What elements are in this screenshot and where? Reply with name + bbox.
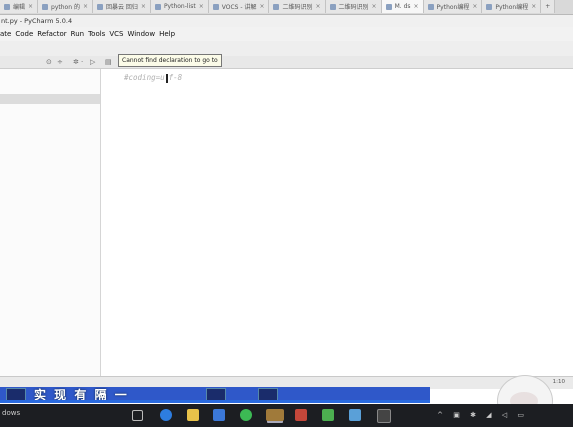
file-explorer-icon[interactable] <box>187 409 199 421</box>
menu-item-code[interactable]: Code <box>15 27 37 41</box>
tab-close-icon[interactable]: × <box>372 3 377 10</box>
main-toolbar: ▭ ⚙ <box>0 41 573 96</box>
taskbar-search-label[interactable]: dows <box>2 409 20 417</box>
tab-favicon-icon <box>273 3 280 10</box>
tab-close-icon[interactable]: × <box>83 3 88 10</box>
tab-label: 二维码识别 <box>338 4 369 11</box>
code-text-after-caret: f-8 <box>168 73 183 82</box>
tab-close-icon[interactable]: × <box>141 3 146 10</box>
tab-label: 二维码识别 <box>282 4 313 11</box>
browser-tab[interactable]: M. ds × <box>381 0 424 13</box>
tab-close-icon[interactable]: × <box>259 3 264 10</box>
settings-gear-icon[interactable]: ✲ <box>73 58 79 66</box>
app-icon[interactable] <box>349 409 361 421</box>
caret-position[interactable]: 1:10 <box>553 379 565 385</box>
media-app-icon[interactable] <box>295 409 307 421</box>
collapse-icon[interactable]: ÷ <box>57 58 63 66</box>
menu-item-run[interactable]: Run <box>71 27 88 41</box>
tab-favicon-icon <box>329 3 336 10</box>
project-tool-window[interactable] <box>0 69 101 381</box>
browser-tab[interactable]: 回暴云 回归 × <box>92 0 151 13</box>
tab-close-icon[interactable]: × <box>531 3 536 10</box>
browser-tab[interactable]: python 的 × <box>38 0 93 13</box>
task-view-icon[interactable] <box>132 410 143 421</box>
tab-label: python 的 <box>51 4 80 11</box>
expand-right-icon[interactable]: ▷ <box>90 58 95 66</box>
tab-favicon-icon <box>486 3 493 10</box>
browser-tab-strip: 编辑 × python 的 × 回暴云 回归 × Python-list × VOCS - 讲解… <box>0 0 573 15</box>
browser-tab[interactable]: VOCS - 讲解 × <box>208 0 270 13</box>
selected-tree-row[interactable] <box>0 94 100 104</box>
browser-tab[interactable]: 编辑 × <box>0 0 39 13</box>
tab-label: Python-list <box>163 3 196 10</box>
tab-favicon-icon <box>42 3 49 10</box>
edge-browser-icon[interactable] <box>160 409 172 421</box>
browser-tab[interactable]: 二维码识别 × <box>325 0 382 13</box>
tab-favicon-icon <box>96 3 103 10</box>
code-editor[interactable]: #coding=u f-8 <box>102 69 573 381</box>
new-tab-button[interactable]: + <box>541 0 556 13</box>
tab-close-icon[interactable]: × <box>316 3 321 10</box>
menu-item-window[interactable]: Window <box>127 27 159 41</box>
tab-label: 编辑 <box>13 4 26 11</box>
hide-icon[interactable]: · <box>81 58 83 66</box>
file-tab-icon[interactable]: ▤ <box>105 58 112 66</box>
goto-declaration-tooltip: Cannot find declaration to go to <box>118 54 222 67</box>
sync-icon[interactable]: ⊙ <box>46 58 52 66</box>
banner-stripe <box>0 400 430 403</box>
tab-close-icon[interactable]: × <box>414 3 419 10</box>
menu-item-tools[interactable]: Tools <box>88 27 109 41</box>
chrome-icon[interactable] <box>240 409 252 421</box>
tab-favicon-icon <box>212 3 219 10</box>
system-tray[interactable]: ^ ▣ ✱ ◢ ◁ ▭ <box>437 411 528 419</box>
menu-bar: ate Code Refactor Run Tools VCS Window Help <box>0 27 573 41</box>
project-panel-header: ⊙ ÷ ✲ · ▷ ▤ <box>0 56 573 69</box>
tab-label: Python编程 <box>436 4 470 11</box>
tab-favicon-icon <box>154 3 161 10</box>
code-text-before-caret: #coding=u <box>124 73 165 82</box>
store-icon[interactable] <box>213 409 225 421</box>
menu-item-vcs[interactable]: VCS <box>109 27 127 41</box>
text-caret <box>165 73 168 83</box>
browser-tab[interactable]: Python-list × <box>150 0 209 13</box>
subtitle-banner: 实 现 有 隔 一 <box>0 387 430 403</box>
tab-close-icon[interactable]: × <box>472 3 477 10</box>
menu-item-help[interactable]: Help <box>159 27 179 41</box>
tab-favicon-icon <box>385 3 392 10</box>
windows-taskbar: dows ^ ▣ ✱ ◢ ◁ ▭ <box>0 404 573 427</box>
tab-favicon-icon <box>4 3 10 10</box>
tab-label: Python编程 <box>495 4 529 11</box>
tab-label: 回暴云 回归 <box>105 4 138 11</box>
tab-label: VOCS - 讲解 <box>221 4 257 11</box>
code-line-1[interactable]: #coding=u f-8 <box>124 73 182 83</box>
menu-item-refactor[interactable]: Refactor <box>37 27 70 41</box>
tab-favicon-icon <box>427 3 434 10</box>
pycharm-icon[interactable] <box>322 409 334 421</box>
menu-item-ate[interactable]: ate <box>0 27 15 41</box>
tab-label: M. ds <box>394 3 411 10</box>
window-title: nt.py - PyCharm 5.0.4 <box>0 15 573 27</box>
browser-tab[interactable]: 二维码识别 × <box>269 0 326 13</box>
browser-tab[interactable]: Python编程 × <box>423 0 483 13</box>
tab-close-icon[interactable]: × <box>28 3 33 10</box>
video-app-icon[interactable] <box>266 409 284 421</box>
terminal-icon[interactable] <box>377 409 391 423</box>
browser-tab[interactable]: Python编程 × <box>482 0 542 13</box>
tab-close-icon[interactable]: × <box>199 3 204 10</box>
